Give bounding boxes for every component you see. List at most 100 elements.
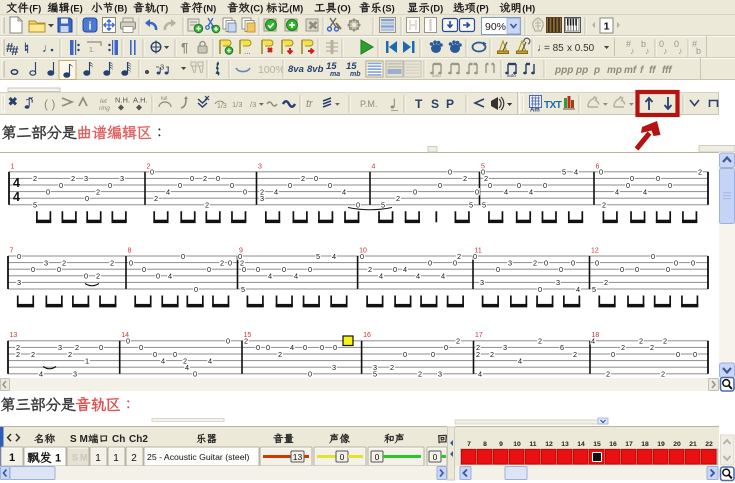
svg-text:4: 4	[268, 272, 272, 281]
svg-text:2: 2	[33, 174, 37, 183]
svg-text:4: 4	[416, 272, 420, 281]
svg-text:2: 2	[31, 350, 35, 359]
svg-text:1: 1	[85, 356, 89, 365]
svg-text:2: 2	[606, 370, 610, 379]
svg-text:N.H.: N.H.	[115, 96, 130, 105]
svg-text:2: 2	[698, 168, 702, 177]
svg-text:3: 3	[480, 278, 484, 287]
svg-text:3: 3	[508, 258, 512, 267]
svg-text:4: 4	[574, 168, 578, 177]
svg-text:fff: fff	[662, 65, 673, 76]
svg-text:0: 0	[216, 174, 220, 183]
svg-text:♪: ♪	[663, 46, 668, 56]
svg-text:1: 1	[11, 164, 15, 171]
svg-text:0: 0	[288, 181, 292, 190]
svg-text:90%: 90%	[485, 21, 506, 33]
svg-text:12: 12	[591, 248, 599, 255]
svg-text:1: 1	[95, 453, 101, 464]
svg-text:0: 0	[475, 187, 479, 196]
svg-text:8: 8	[128, 248, 132, 255]
svg-text:0: 0	[517, 181, 521, 190]
svg-text:0: 0	[314, 174, 318, 183]
svg-text:0: 0	[651, 252, 655, 261]
svg-text:5: 5	[373, 370, 377, 379]
svg-text:M: M	[80, 453, 88, 463]
svg-text:0: 0	[256, 343, 260, 352]
svg-text:TXT: TXT	[544, 100, 562, 111]
svg-text:(T): (T)	[156, 3, 168, 13]
svg-text:4: 4	[441, 272, 445, 281]
svg-text:3: 3	[332, 363, 336, 372]
svg-text:S: S	[72, 453, 78, 463]
svg-text:4: 4	[168, 272, 172, 281]
svg-text:2: 2	[661, 370, 665, 379]
svg-text:ring: ring	[99, 105, 110, 112]
svg-text:4: 4	[208, 356, 212, 365]
svg-text:4: 4	[185, 363, 189, 372]
svg-text:0: 0	[538, 285, 542, 294]
svg-text:(S): (S)	[382, 3, 394, 13]
svg-text:0: 0	[193, 370, 197, 379]
svg-text:8vb: 8vb	[307, 64, 324, 75]
svg-text:0: 0	[181, 252, 185, 261]
svg-text:(H): (H)	[522, 3, 535, 13]
svg-text:ma: ma	[330, 71, 340, 78]
svg-text:mb: mb	[350, 71, 361, 78]
svg-text:(C): (C)	[250, 3, 263, 13]
svg-text:0: 0	[630, 174, 634, 183]
svg-text:7: 7	[467, 441, 471, 448]
svg-text:13: 13	[561, 441, 569, 448]
svg-text:0: 0	[428, 258, 432, 267]
svg-text:2: 2	[71, 174, 75, 183]
svg-text:0: 0	[17, 252, 21, 261]
svg-text:2: 2	[390, 363, 394, 372]
svg-text:100%: 100%	[258, 64, 285, 76]
svg-text:b: b	[696, 46, 701, 56]
svg-text:0: 0	[488, 181, 492, 190]
svg-text:auto: auto	[432, 73, 441, 78]
svg-text:2: 2	[205, 201, 209, 210]
svg-text:2: 2	[203, 174, 207, 183]
svg-text:4: 4	[576, 285, 580, 294]
svg-text:11: 11	[529, 441, 536, 448]
svg-text:2: 2	[62, 258, 66, 267]
svg-text:0: 0	[85, 194, 89, 203]
svg-text:5: 5	[562, 168, 566, 177]
svg-text:0: 0	[448, 168, 452, 177]
svg-text:15: 15	[593, 441, 601, 448]
svg-text:17: 17	[475, 332, 483, 339]
svg-text:4: 4	[290, 343, 294, 352]
svg-text:pp: pp	[575, 65, 588, 76]
svg-text:0: 0	[230, 181, 234, 190]
svg-text:2: 2	[476, 350, 480, 359]
svg-text:0: 0	[190, 174, 194, 183]
svg-text:2: 2	[457, 252, 461, 261]
svg-text:2: 2	[368, 265, 372, 274]
svg-text:3: 3	[258, 164, 262, 171]
svg-text:0: 0	[413, 187, 417, 196]
svg-text:0: 0	[611, 350, 615, 359]
svg-text:0: 0	[676, 350, 680, 359]
svg-text:0: 0	[571, 258, 575, 267]
svg-text:mp: mp	[607, 65, 622, 76]
svg-text:0: 0	[635, 265, 639, 274]
svg-text:Ch2: Ch2	[129, 434, 148, 445]
svg-text:9: 9	[499, 441, 503, 448]
svg-text:2: 2	[573, 350, 577, 359]
svg-text:0: 0	[242, 265, 246, 274]
svg-text:1.: 1.	[89, 47, 95, 54]
svg-text:12: 12	[545, 441, 553, 448]
svg-text:10: 10	[513, 441, 521, 448]
svg-text:(M): (M)	[289, 3, 303, 13]
svg-text:1: 1	[604, 21, 610, 33]
svg-text:0: 0	[228, 258, 232, 267]
svg-text:16: 16	[363, 332, 371, 339]
svg-text:3: 3	[556, 278, 560, 287]
svg-text:(O): (O)	[337, 3, 350, 13]
svg-text:mf: mf	[624, 65, 638, 76]
svg-text:let: let	[100, 98, 108, 105]
svg-text:4: 4	[332, 252, 336, 261]
svg-text:4: 4	[591, 337, 595, 346]
svg-text:(P): (P)	[476, 3, 488, 13]
svg-text:3: 3	[120, 174, 124, 183]
